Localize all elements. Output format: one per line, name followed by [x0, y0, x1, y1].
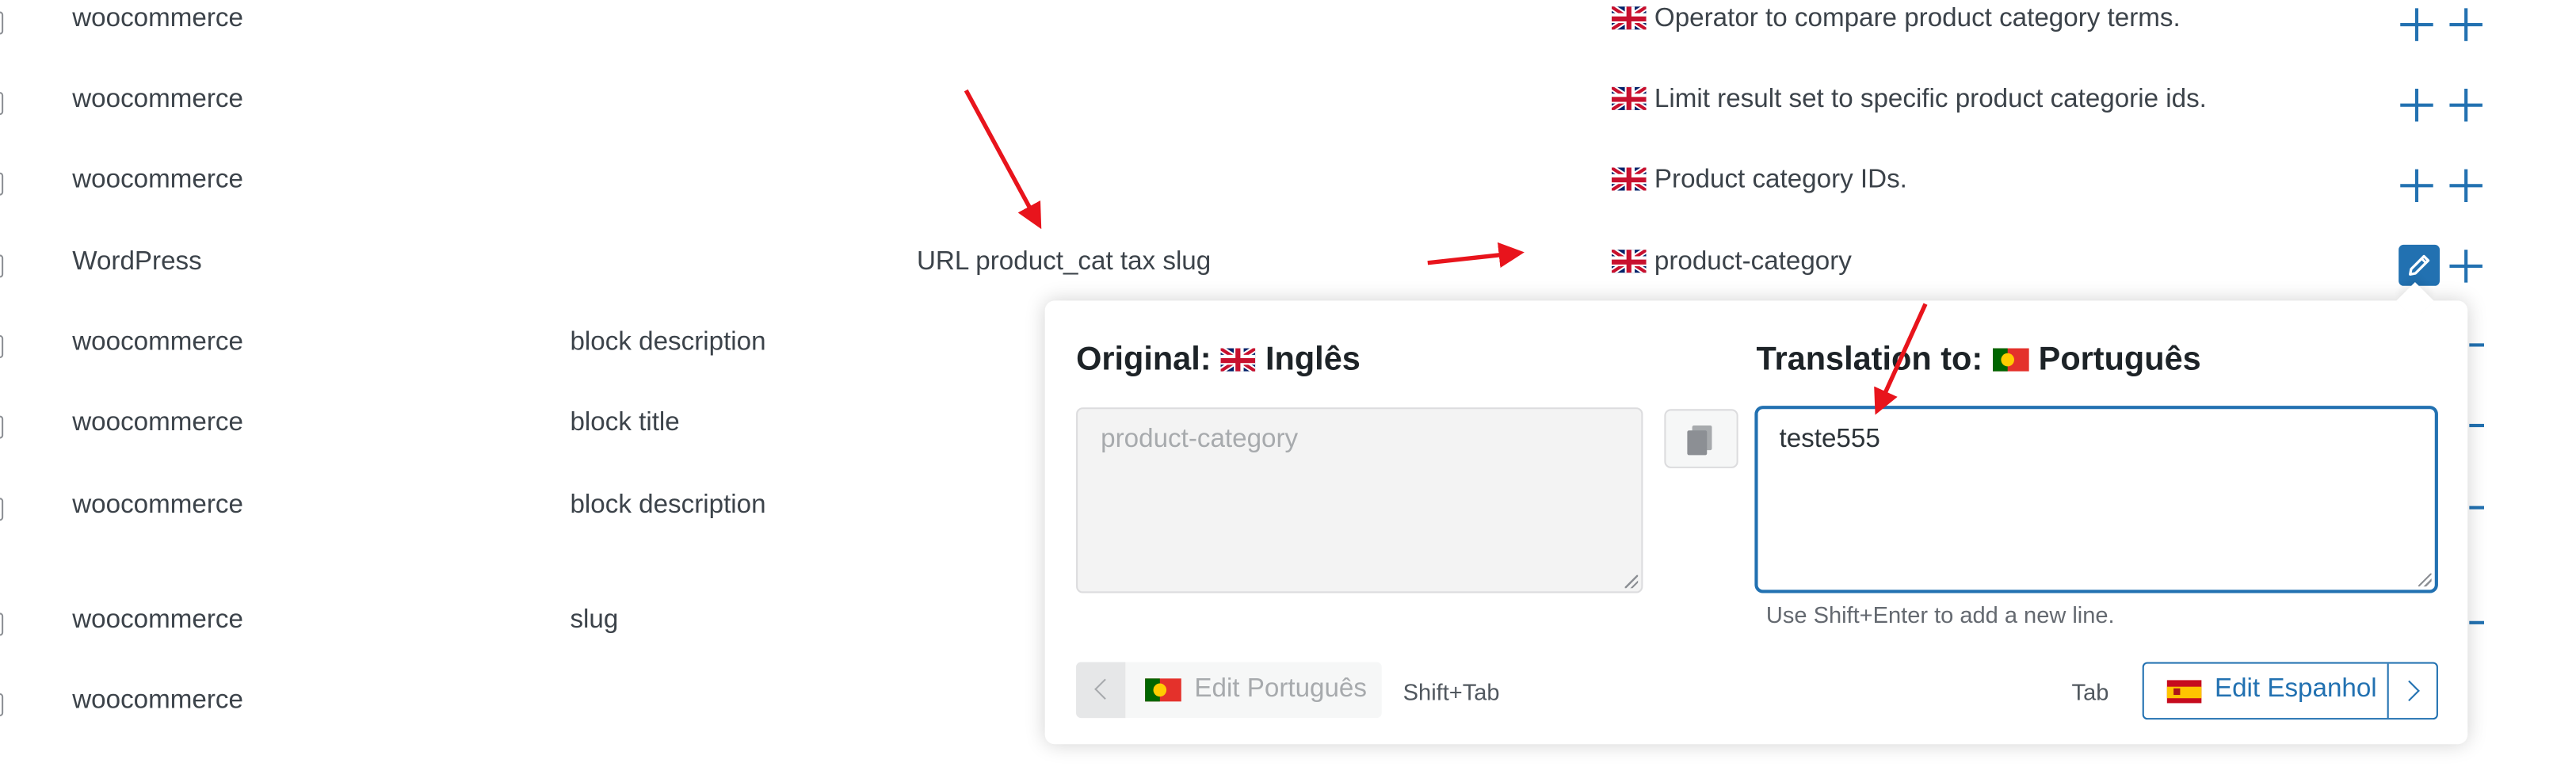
cell-context: woocommerce — [72, 490, 243, 520]
uk-flag-icon — [1612, 167, 1647, 191]
row-checkbox[interactable] — [0, 693, 4, 717]
chevron-right-icon[interactable] — [2387, 663, 2437, 719]
cell-translation: product-category — [1612, 248, 1852, 277]
original-language: Inglês — [1265, 342, 1361, 378]
cell-context: woocommerce — [72, 606, 243, 635]
plus-icon[interactable] — [2469, 506, 2484, 509]
resize-handle[interactable] — [1624, 574, 1639, 589]
chevron-left-icon[interactable] — [1076, 662, 1126, 719]
cell-context: woocommerce — [72, 409, 243, 437]
strings-table: woocommerce Operator to compare product … — [0, 0, 2576, 745]
cell-context: woocommerce — [72, 166, 243, 194]
cell-context: woocommerce — [72, 686, 243, 715]
translation-textarea[interactable]: teste555 — [1756, 407, 2437, 592]
cell-comment: block description — [570, 328, 766, 357]
cell-comment: block title — [570, 409, 680, 437]
translation-value[interactable]: teste555 — [1779, 425, 1880, 455]
edit-next-button[interactable]: Edit Espanhol — [2142, 662, 2438, 720]
portugal-flag-icon — [1992, 348, 2029, 372]
uk-flag-icon — [1221, 348, 1256, 372]
plus-icon[interactable] — [2448, 248, 2484, 284]
row-checkbox[interactable] — [0, 11, 4, 35]
previous-shortcut: Shift+Tab — [1402, 678, 1500, 705]
edit-previous-button[interactable]: Edit Português — [1076, 662, 1382, 719]
plus-icon[interactable] — [2399, 6, 2435, 43]
cell-translation: Product category IDs. — [1612, 166, 1907, 195]
edit-previous-label: Edit Português — [1194, 675, 1367, 704]
row-checkbox[interactable] — [0, 334, 4, 359]
row-checkbox[interactable] — [0, 415, 4, 439]
plus-icon[interactable] — [2469, 423, 2484, 428]
row-checkbox[interactable] — [0, 612, 4, 636]
translation-popover: Original: Inglês Translation to: Português… — [1044, 281, 2468, 745]
original-text-field: product-category — [1076, 407, 1643, 593]
uk-flag-icon — [1612, 250, 1647, 273]
uk-flag-icon — [1612, 86, 1647, 110]
resize-handle[interactable] — [2418, 573, 2432, 587]
edit-next-label: Edit Espanhol — [2214, 675, 2377, 704]
plus-icon[interactable] — [2448, 87, 2484, 124]
plus-icon[interactable] — [2469, 620, 2484, 624]
uk-flag-icon — [1612, 6, 1647, 30]
cell-context: WordPress — [72, 248, 202, 277]
plus-icon[interactable] — [2469, 343, 2484, 347]
cell-comment: slug — [570, 606, 619, 635]
translation-text: product-category — [1654, 248, 1852, 277]
translation-heading: Translation to: Português — [1756, 342, 2200, 380]
row-checkbox[interactable] — [0, 254, 4, 278]
cell-context: woocommerce — [72, 5, 243, 33]
row-checkbox[interactable] — [0, 172, 4, 196]
plus-icon[interactable] — [2448, 6, 2484, 43]
table-row: woocommerce Limit result set to specific… — [0, 86, 2576, 166]
next-shortcut: Tab — [2071, 678, 2109, 705]
original-text: product-category — [1101, 425, 1299, 454]
original-heading: Original: Inglês — [1076, 342, 1361, 380]
row-checkbox[interactable] — [0, 498, 4, 521]
pencil-icon — [2409, 254, 2430, 276]
plus-icon[interactable] — [2399, 87, 2435, 124]
portugal-flag-icon — [1145, 678, 1181, 702]
table-row: woocommerce Product category IDs. — [0, 166, 2576, 246]
cell-comment: block description — [570, 490, 766, 520]
row-checkbox[interactable] — [0, 92, 4, 116]
copy-original-button[interactable] — [1664, 409, 1738, 468]
translation-text: Product category IDs. — [1654, 166, 1907, 194]
copy-icon-front — [1687, 430, 1708, 456]
translation-label: Translation to: — [1756, 342, 1983, 378]
spain-flag-icon — [2166, 680, 2202, 704]
cell-translation: Operator to compare product category ter… — [1612, 5, 2181, 34]
cell-original: URL product_cat tax slug — [916, 248, 1212, 277]
translation-language: Português — [2038, 342, 2201, 378]
cell-context: woocommerce — [72, 85, 243, 114]
cell-translation: Limit result set to specific product cat… — [1612, 86, 2207, 115]
original-label: Original: — [1076, 342, 1212, 378]
plus-icon[interactable] — [2399, 167, 2435, 204]
table-row: woocommerce Operator to compare product … — [0, 5, 2576, 86]
plus-icon[interactable] — [2448, 167, 2484, 204]
newline-hint: Use Shift+Enter to add a new line. — [1765, 601, 2115, 628]
cell-context: woocommerce — [72, 328, 243, 357]
translation-text: Limit result set to specific product cat… — [1654, 85, 2207, 114]
translation-text: Operator to compare product category ter… — [1654, 5, 2181, 33]
edit-translation-button[interactable] — [2399, 244, 2440, 286]
